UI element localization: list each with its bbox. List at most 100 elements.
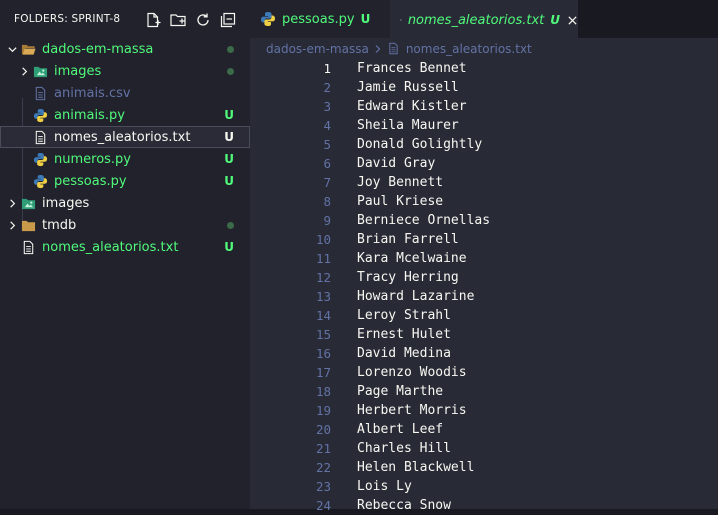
line-number: 10	[315, 232, 331, 247]
tree-item-pessoas-py[interactable]: pessoas.py U	[0, 170, 250, 192]
tree-item-tmdb[interactable]: tmdb	[0, 214, 250, 236]
code-line[interactable]: 21 Charles Hill	[250, 439, 718, 458]
code-line[interactable]: 9 Berniece Ornellas	[250, 211, 718, 230]
tree-item-numeros-py[interactable]: numeros.py U	[0, 148, 250, 170]
breadcrumb-file[interactable]: nomes_aleatorios.txt	[406, 42, 532, 56]
collapse-all-icon[interactable]	[219, 11, 236, 28]
code-line[interactable]: 23 Lois Ly	[250, 477, 718, 496]
tree-item-animais-py[interactable]: animais.py U	[0, 104, 250, 126]
git-untracked-badge: U	[224, 174, 234, 188]
line-text: Joy Bennett	[357, 175, 444, 190]
tree-item-label: pessoas.py	[54, 173, 127, 189]
git-untracked-badge: U	[360, 12, 371, 26]
tab-pessoas-py[interactable]: pessoas.py U	[250, 0, 390, 38]
line-text: Albert Leef	[357, 422, 444, 437]
code-line[interactable]: 5 Donald Golightly	[250, 135, 718, 154]
tree-item-label: nomes_aleatorios.txt	[54, 129, 191, 145]
file-tree: dados-em-massa images animais.csv animai…	[0, 38, 250, 258]
line-number: 3	[323, 99, 331, 114]
line-number: 15	[315, 327, 331, 342]
line-text: Leroy Strahl	[357, 308, 451, 323]
line-text: Kara Mcelwaine	[357, 251, 467, 266]
tree-item-animais-csv[interactable]: animais.csv	[0, 82, 250, 104]
line-text: Brian Farrell	[357, 232, 459, 247]
code-line[interactable]: 24 Rebecca Snow	[250, 496, 718, 515]
line-number: 24	[315, 498, 331, 513]
folder-open-icon	[20, 41, 36, 57]
line-number: 11	[315, 251, 331, 266]
new-file-icon[interactable]	[144, 11, 161, 28]
git-modified-dot	[227, 222, 234, 229]
tree-item-images[interactable]: images	[0, 60, 250, 82]
file-icon	[32, 85, 48, 101]
image-folder-icon	[32, 63, 48, 79]
code-line[interactable]: 13 Howard Lazarine	[250, 287, 718, 306]
tree-item-label: nomes_aleatorios.txt	[42, 239, 179, 255]
line-number: 12	[315, 270, 331, 285]
new-folder-icon[interactable]	[169, 11, 186, 28]
tab-label: nomes_aleatorios.txt	[407, 12, 545, 28]
line-text: Ernest Hulet	[357, 327, 451, 342]
code-line[interactable]: 6 David Gray	[250, 154, 718, 173]
tree-item-nomes-aleatorios-txt-root[interactable]: nomes_aleatorios.txt U	[0, 236, 250, 258]
image-folder-icon	[20, 195, 36, 211]
code-line[interactable]: 2 Jamie Russell	[250, 78, 718, 97]
line-number: 5	[323, 137, 331, 152]
line-number: 4	[323, 118, 331, 133]
code-line[interactable]: 12 Tracy Herring	[250, 268, 718, 287]
line-number: 21	[315, 441, 331, 456]
tree-item-label: numeros.py	[54, 151, 132, 167]
line-text: Frances Bennet	[357, 61, 467, 76]
python-icon	[261, 12, 275, 26]
code-line[interactable]: 7 Joy Bennett	[250, 173, 718, 192]
tab-nomes-aleatorios-txt[interactable]: nomes_aleatorios.txt U	[390, 0, 578, 38]
line-number: 16	[315, 346, 331, 361]
chevron-right-icon	[4, 195, 20, 211]
code-line[interactable]: 22 Helen Blackwell	[250, 458, 718, 477]
line-text: Edward Kistler	[357, 99, 467, 114]
code-line[interactable]: 20 Albert Leef	[250, 420, 718, 439]
breadcrumb-folder[interactable]: dados-em-massa	[266, 42, 369, 56]
tree-item-nomes-aleatorios-txt[interactable]: nomes_aleatorios.txt U	[0, 126, 250, 148]
tree-item-label: tmdb	[42, 217, 77, 233]
code-line[interactable]: 19 Herbert Morris	[250, 401, 718, 420]
tree-item-images-root[interactable]: images	[0, 192, 250, 214]
python-icon	[32, 151, 48, 167]
code-area[interactable]: 1 Frances Bennet 2 Jamie Russell 3 Edward Kis…	[250, 59, 718, 515]
tree-item-label: dados-em-massa	[42, 41, 154, 57]
line-number: 1	[323, 61, 331, 76]
code-line[interactable]: 14 Leroy Strahl	[250, 306, 718, 325]
code-line[interactable]: 8 Paul Kriese	[250, 192, 718, 211]
explorer-actions	[144, 11, 236, 28]
code-line[interactable]: 18 Page Marthe	[250, 382, 718, 401]
code-line[interactable]: 4 Sheila Maurer	[250, 116, 718, 135]
git-untracked-badge: U	[550, 13, 560, 27]
line-number: 8	[323, 194, 331, 209]
line-text: Lois Ly	[357, 479, 412, 494]
close-icon[interactable]	[567, 13, 578, 27]
code-line[interactable]: 1 Frances Bennet	[250, 59, 718, 78]
line-number: 13	[315, 289, 331, 304]
code-line[interactable]: 17 Lorenzo Woodis	[250, 363, 718, 382]
line-number: 2	[323, 80, 331, 95]
code-line[interactable]: 15 Ernest Hulet	[250, 325, 718, 344]
code-line[interactable]: 3 Edward Kistler	[250, 97, 718, 116]
git-untracked-badge: U	[224, 152, 234, 166]
line-text: David Medina	[357, 346, 451, 361]
refresh-icon[interactable]	[194, 11, 211, 28]
code-line[interactable]: 16 David Medina	[250, 344, 718, 363]
line-number: 9	[323, 213, 331, 228]
code-line[interactable]: 11 Kara Mcelwaine	[250, 249, 718, 268]
git-untracked-badge: U	[224, 108, 234, 122]
tab-label: pessoas.py	[282, 11, 355, 27]
file-icon	[20, 239, 36, 255]
line-text: Donald Golightly	[357, 137, 483, 152]
tree-item-dados-em-massa[interactable]: dados-em-massa	[0, 38, 250, 60]
git-modified-dot	[227, 46, 234, 53]
git-untracked-badge: U	[224, 130, 234, 144]
code-line[interactable]: 10 Brian Farrell	[250, 230, 718, 249]
line-number: 7	[323, 175, 331, 190]
file-icon	[400, 19, 402, 21]
python-icon	[32, 107, 48, 123]
editor-pane: dados-em-massa nomes_aleatorios.txt 1 Fra…	[250, 38, 718, 513]
